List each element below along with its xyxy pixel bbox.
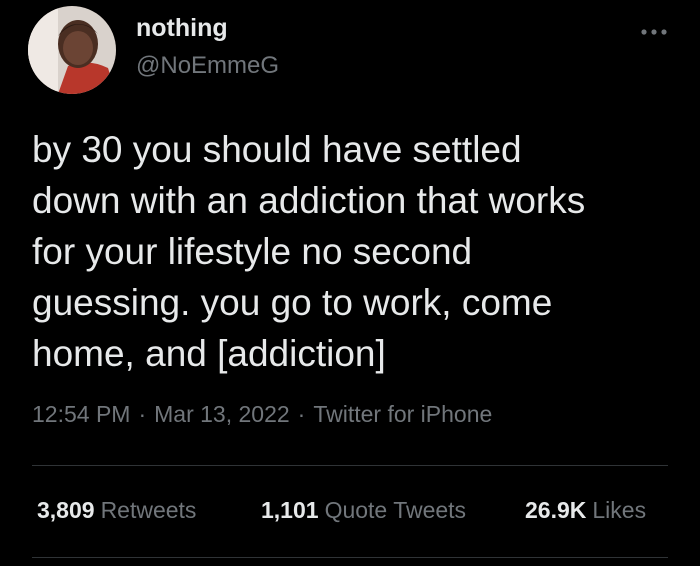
profile-photo-icon: [28, 6, 116, 94]
divider: [32, 557, 668, 558]
tweet-time[interactable]: 12:54 PM: [32, 401, 130, 427]
display-name[interactable]: nothing: [136, 14, 228, 43]
likes-stat[interactable]: 26.9K Likes: [525, 497, 646, 524]
likes-label: Likes: [592, 497, 647, 523]
tweet-metadata: 12:54 PM · Mar 13, 2022 · Twitter for iPhone: [32, 401, 492, 428]
tweet-source[interactable]: Twitter for iPhone: [313, 401, 492, 427]
more-options-button[interactable]: [636, 22, 672, 42]
retweets-count: 3,809: [37, 497, 95, 523]
retweets-label: Retweets: [100, 497, 197, 523]
quote-tweets-count: 1,101: [261, 497, 319, 523]
quote-tweets-stat[interactable]: 1,101 Quote Tweets: [261, 497, 466, 524]
meta-separator: ·: [297, 401, 306, 427]
meta-separator: ·: [138, 401, 147, 427]
tweet-detail: nothing @NoEmmeG by 30 you should have s…: [0, 0, 700, 566]
more-dots-icon: [641, 29, 667, 35]
quote-tweets-label: Quote Tweets: [324, 497, 467, 523]
tweet-date[interactable]: Mar 13, 2022: [154, 401, 290, 427]
likes-count: 26.9K: [525, 497, 587, 523]
user-handle[interactable]: @NoEmmeG: [136, 52, 279, 80]
retweets-stat[interactable]: 3,809 Retweets: [37, 497, 196, 524]
avatar[interactable]: [28, 6, 116, 94]
tweet-text: by 30 you should have settled down with …: [32, 129, 586, 374]
divider: [32, 465, 668, 466]
